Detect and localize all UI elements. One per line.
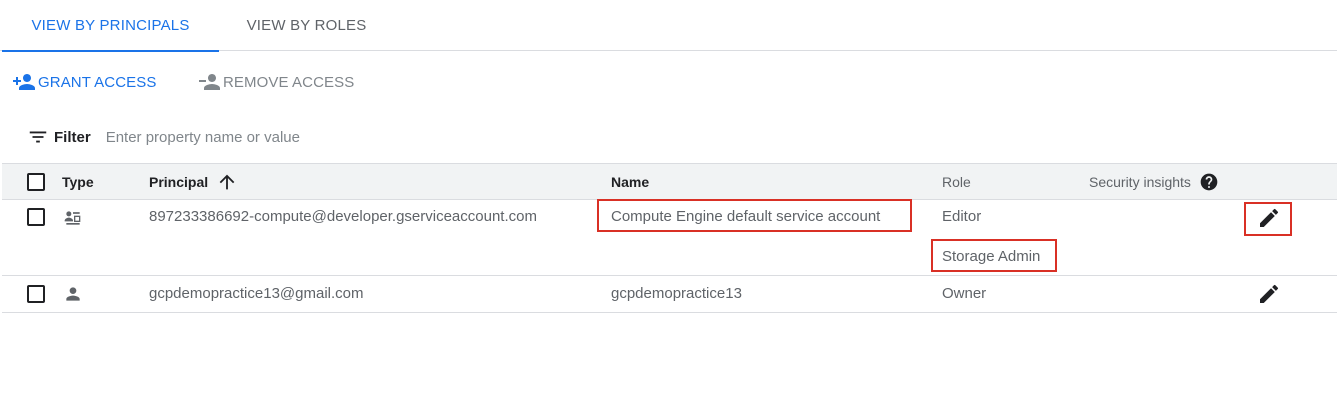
principal-name: gcpdemopractice13 (611, 285, 742, 302)
filter-input[interactable] (105, 128, 506, 146)
column-header-security-insights: Security insights (1089, 164, 1219, 199)
principal-email: 897233386692-compute@developer.gservicea… (149, 208, 537, 225)
highlight-box-name (597, 199, 912, 232)
tab-bar: VIEW BY PRINCIPALS VIEW BY ROLES (0, 0, 1337, 52)
principal-email: gcpdemopractice13@gmail.com (149, 285, 364, 302)
security-insights-label: Security insights (1089, 173, 1191, 190)
remove-person-icon (197, 70, 223, 94)
highlight-box-storage-admin (931, 239, 1057, 272)
column-header-principal-label: Principal (149, 173, 209, 190)
role-editor: Editor (942, 208, 982, 225)
table-row: gcpdemopractice13@gmail.com gcpdemopract… (2, 276, 1337, 313)
row-checkbox[interactable] (27, 285, 45, 303)
column-header-type: Type (62, 173, 94, 190)
grant-access-label: GRANT ACCESS (38, 73, 157, 91)
highlight-box-edit (1244, 202, 1292, 236)
add-person-icon (12, 70, 38, 94)
tab-view-by-roles[interactable]: VIEW BY ROLES (219, 0, 394, 51)
row-checkbox[interactable] (27, 208, 45, 226)
tab-view-by-principals[interactable]: VIEW BY PRINCIPALS (2, 0, 219, 52)
column-header-name: Name (611, 173, 650, 190)
select-all-checkbox[interactable] (27, 173, 45, 191)
filter-icon[interactable] (27, 126, 49, 148)
person-icon (63, 284, 83, 304)
column-header-role: Role (942, 173, 971, 190)
table-header: Type Principal Name Role Security insigh… (2, 163, 1337, 200)
filter-bar: Filter (27, 124, 506, 150)
remove-access-label: REMOVE ACCESS (223, 73, 355, 91)
edit-principal-button[interactable] (1257, 282, 1281, 306)
column-header-principal[interactable]: Principal (149, 164, 238, 199)
grant-access-button[interactable]: GRANT ACCESS (12, 70, 156, 94)
pencil-icon (1257, 282, 1281, 306)
service-account-icon (63, 208, 83, 228)
sort-ascending-icon[interactable] (216, 171, 238, 193)
help-icon[interactable] (1199, 172, 1219, 192)
filter-label: Filter (54, 128, 91, 146)
role-owner: Owner (942, 285, 987, 302)
remove-access-button[interactable]: REMOVE ACCESS (197, 70, 354, 94)
